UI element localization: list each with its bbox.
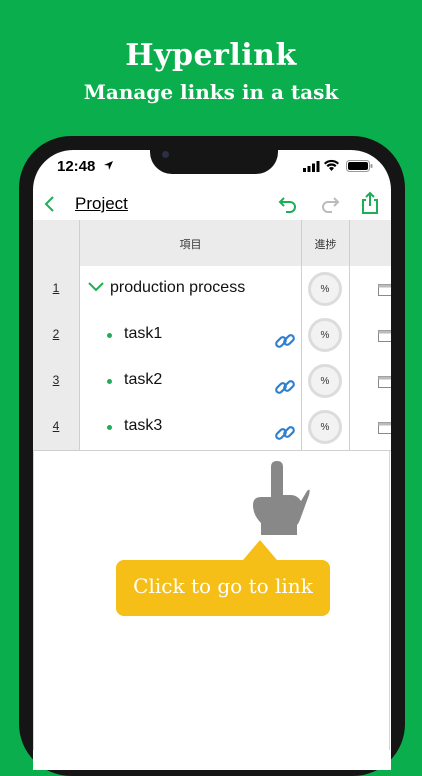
row-progress-cell[interactable]: %	[302, 404, 350, 450]
row-name-cell[interactable]: task3	[80, 404, 302, 450]
wifi-icon	[324, 159, 339, 171]
row-progress-cell[interactable]: %	[302, 312, 350, 358]
pointing-hand-icon	[253, 461, 310, 535]
table-row[interactable]: 1 production process %	[33, 266, 391, 313]
link-icon[interactable]	[274, 376, 296, 398]
task-name: task2	[124, 371, 163, 388]
battery-icon	[346, 160, 373, 172]
task-name: production process	[110, 279, 246, 296]
camera-dot	[162, 151, 169, 158]
nav-bar: Project	[33, 188, 391, 220]
status-time: 12:48	[57, 158, 96, 175]
progress-ring[interactable]: %	[308, 318, 342, 352]
progress-ring[interactable]: %	[308, 272, 342, 306]
progress-ring[interactable]: %	[308, 410, 342, 444]
header-item-cell: 項目	[80, 220, 302, 266]
promo-subtitle: Manage links in a task	[83, 80, 339, 104]
row-progress-cell[interactable]: %	[302, 358, 350, 404]
bullet-dot	[107, 333, 112, 338]
calendar-icon[interactable]	[378, 329, 391, 342]
row-number[interactable]: 1	[33, 281, 79, 295]
link-icon[interactable]	[274, 422, 296, 444]
row-number[interactable]: 4	[33, 419, 79, 433]
table-row[interactable]: 2 task1 %	[33, 312, 391, 359]
bullet-dot	[107, 379, 112, 384]
back-chevron-icon[interactable]	[43, 194, 57, 214]
location-arrow-icon	[104, 161, 113, 170]
header-date-cell	[350, 220, 391, 266]
progress-ring[interactable]: %	[308, 364, 342, 398]
row-progress-cell[interactable]: %	[302, 266, 350, 312]
header-progress-cell: 進捗	[302, 220, 350, 266]
phone-screen: 12:48 Project 項目 進捗 1 production process…	[33, 150, 391, 770]
row-date-cell[interactable]	[350, 404, 391, 450]
table-row[interactable]: 3 task2 %	[33, 358, 391, 405]
redo-icon[interactable]	[319, 194, 341, 214]
divider	[33, 450, 34, 750]
row-number-cell: 2	[33, 312, 80, 358]
callout-text: Click to go to link	[133, 574, 313, 598]
calendar-icon[interactable]	[378, 375, 391, 388]
header-progress-label: 進捗	[314, 239, 337, 251]
callout-box: Click to go to link	[116, 560, 330, 616]
progress-value: %	[320, 284, 330, 295]
row-date-cell[interactable]	[350, 266, 391, 312]
signal-icon	[303, 161, 320, 172]
progress-value: %	[320, 330, 330, 341]
header-number-cell	[33, 220, 80, 266]
table-header: 項目 進捗	[33, 220, 391, 267]
row-number[interactable]: 2	[33, 327, 79, 341]
promo-title: Hyperlink	[125, 38, 297, 73]
bullet-dot	[107, 425, 112, 430]
link-icon[interactable]	[274, 330, 296, 352]
task-name: task1	[124, 325, 163, 342]
promo-header: Hyperlink Manage links in a task	[0, 36, 422, 106]
page-title[interactable]: Project	[75, 194, 128, 214]
progress-value: %	[320, 376, 330, 387]
table-row[interactable]: 4 task3 %	[33, 404, 391, 451]
row-number-cell: 4	[33, 404, 80, 450]
phone-notch	[150, 136, 278, 174]
row-date-cell[interactable]	[350, 358, 391, 404]
calendar-icon[interactable]	[378, 283, 391, 296]
row-number[interactable]: 3	[33, 373, 79, 387]
row-name-cell[interactable]: task2	[80, 358, 302, 404]
chevron-down-icon[interactable]	[88, 282, 104, 292]
undo-icon[interactable]	[277, 194, 299, 214]
callout-pointer	[243, 540, 277, 560]
row-number-cell: 3	[33, 358, 80, 404]
row-name-cell[interactable]: production process	[80, 266, 302, 312]
calendar-icon[interactable]	[378, 421, 391, 434]
row-name-cell[interactable]: task1	[80, 312, 302, 358]
row-number-cell: 1	[33, 266, 80, 312]
share-icon[interactable]	[360, 191, 380, 215]
divider	[389, 450, 390, 750]
progress-value: %	[320, 422, 330, 433]
task-name: task3	[124, 417, 163, 434]
row-date-cell[interactable]	[350, 312, 391, 358]
header-item-label: 項目	[179, 239, 202, 251]
